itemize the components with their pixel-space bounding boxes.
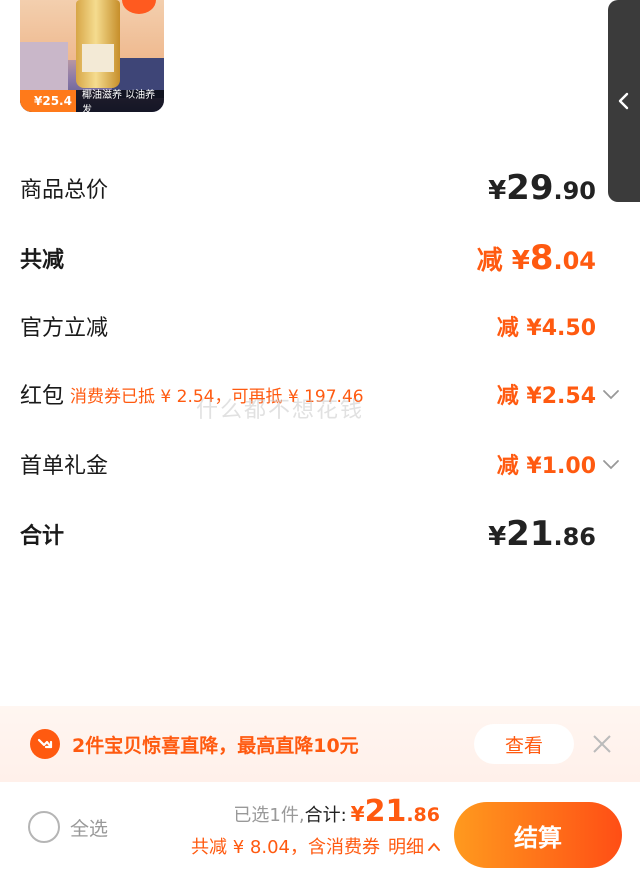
price-down-icon <box>30 729 60 759</box>
total-discount-dec: .04 <box>553 247 596 275</box>
promo-text: 2件宝贝惊喜直降，最高直降10元 <box>72 734 359 757</box>
total-discount-prefix: 减 ¥ <box>476 246 530 276</box>
selected-count: 已选1件, <box>233 805 305 826</box>
red-packet-value: 减 ¥2.54 <box>496 384 596 409</box>
total-label: 合计 <box>20 524 65 549</box>
product-thumbnail[interactable]: ¥25.4 椰油滋养 以油养发 <box>20 0 164 112</box>
goods-total-row: 商品总价 ¥ 29 .90 <box>20 168 596 208</box>
summary-discount-line: 共减 ¥ 8.04，含消费券 明细 <box>191 833 440 859</box>
promo-banner: 2件宝贝惊喜直降，最高直降10元 查看 <box>0 706 640 782</box>
total-row: 合计 ¥ 21 .86 <box>20 514 596 554</box>
goods-total-dec: .90 <box>553 177 596 205</box>
checkout-button[interactable]: 结算 <box>454 802 622 868</box>
red-packet-value-group: 减 ¥2.54 <box>497 378 620 410</box>
bottom-total-yen: ¥ <box>350 802 365 826</box>
close-icon[interactable] <box>582 724 622 764</box>
product-bottle-label <box>82 44 114 72</box>
bottom-total-dec: .86 <box>406 804 440 826</box>
total-discount-int: 8 <box>529 238 554 278</box>
chevron-down-icon <box>603 390 619 400</box>
select-all-label: 全选 <box>70 817 109 840</box>
detail-label: 明细 <box>388 837 424 858</box>
first-order-label: 首单礼金 <box>20 454 109 479</box>
summary-total-line: 已选1件, 合计: ¥ 21 .86 <box>191 794 440 829</box>
official-discount-row: 官方立减 减 ¥4.50 <box>20 310 596 342</box>
total-yen: ¥ <box>488 522 507 552</box>
promo-view-button[interactable]: 查看 <box>474 724 574 764</box>
bottom-total-label: 合计: <box>304 805 347 826</box>
order-summary: 已选1件, 合计: ¥ 21 .86 共减 ¥ 8.04，含消费券 明细 <box>191 794 440 859</box>
chevron-down-icon <box>603 460 619 470</box>
goods-total-yen: ¥ <box>488 176 507 206</box>
first-order-value: 减 ¥1.00 <box>496 454 596 479</box>
select-all-radio[interactable] <box>28 811 60 843</box>
total-discount-row: 共减 减 ¥ 8 .04 <box>20 238 596 278</box>
total-int: 21 <box>506 514 554 554</box>
side-collapse-tab[interactable] <box>608 0 640 202</box>
thumbnail-slogan: 椰油滋养 以油养发 <box>81 90 156 112</box>
detail-toggle[interactable]: 明细 <box>388 833 440 859</box>
bottom-total-int: 21 <box>364 794 407 829</box>
total-value: ¥ 21 .86 <box>488 514 596 554</box>
chevron-up-icon <box>428 842 440 851</box>
total-dec: .86 <box>553 523 596 551</box>
thumbnail-price: ¥25.4 <box>20 90 76 112</box>
chevron-left-icon <box>618 92 629 110</box>
official-discount-value: 减 ¥4.50 <box>496 316 596 341</box>
first-order-value-group: 减 ¥1.00 <box>497 448 620 480</box>
watermark: 什么都不想花钱 <box>196 398 365 423</box>
select-all-toggle[interactable]: 全选 <box>28 811 108 843</box>
discount-note: 共减 ¥ 8.04，含消费券 <box>191 837 380 858</box>
goods-total-value: ¥ 29 .90 <box>488 168 596 208</box>
thumbnail-info-strip: ¥25.4 椰油滋养 以油养发 <box>20 90 164 112</box>
official-discount-label: 官方立减 <box>20 316 109 341</box>
thumbnail-house <box>20 42 68 94</box>
first-order-row[interactable]: 首单礼金 减 ¥1.00 <box>20 448 620 480</box>
total-discount-label: 共减 <box>20 248 65 273</box>
red-packet-label: 红包 <box>20 384 65 409</box>
goods-total-label: 商品总价 <box>20 178 109 203</box>
checkout-bar: 全选 已选1件, 合计: ¥ 21 .86 共减 ¥ 8.04，含消费券 明细 … <box>0 782 640 872</box>
goods-total-int: 29 <box>506 168 554 208</box>
total-discount-value: 减 ¥ 8 .04 <box>477 238 596 278</box>
